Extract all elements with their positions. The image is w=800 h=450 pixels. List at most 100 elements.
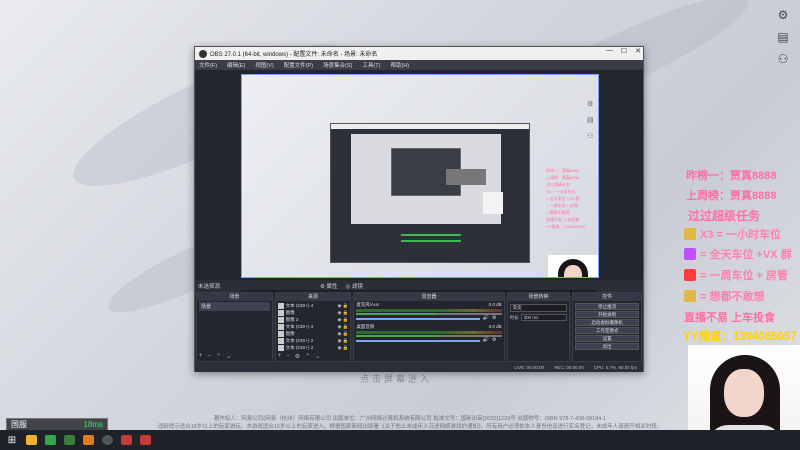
start-record-button[interactable]: 开始录制: [575, 311, 640, 318]
overlay-row-4: = 想都不敢想: [684, 288, 764, 304]
gear-icon[interactable]: ⚙: [492, 315, 496, 321]
duration-field[interactable]: 300 ms: [520, 314, 568, 321]
remove-icon[interactable]: −: [208, 353, 212, 360]
filters-button[interactable]: ◎ 滤镜: [346, 282, 363, 290]
up-icon[interactable]: ⌃: [305, 353, 310, 360]
overlay-top2: 上周榜：贾真8888: [686, 190, 777, 202]
source-type-icon: [277, 330, 284, 337]
source-item[interactable]: 文本 (GDI+) 3 ◉ 🔒: [277, 323, 349, 330]
remove-icon[interactable]: −: [286, 353, 290, 360]
game-icon[interactable]: [42, 433, 58, 447]
right-toolbar: ⚙ ▤ ⚇: [776, 8, 792, 66]
source-name: 图像: [285, 309, 295, 315]
down-icon[interactable]: ⌄: [315, 353, 320, 360]
desktop-ghost-text: 点击屏幕进入: [360, 374, 433, 384]
visibility-lock-icon[interactable]: ◉ 🔒: [338, 303, 349, 309]
source-type-icon: [277, 302, 284, 309]
down-icon[interactable]: ⌄: [226, 353, 231, 360]
source-name: 文本 (GDI+) 2: [285, 337, 314, 343]
live-status: LIVE: 00:00:00: [514, 365, 545, 370]
source-item[interactable]: 文本 (GDI+) 4 ◉ 🔒: [277, 302, 349, 309]
menu-tools[interactable]: 工具(T): [362, 61, 380, 69]
obs-statusbar: LIVE: 00:00:00 REC: 00:00:00 CPU: 0.7%, …: [195, 363, 643, 372]
menu-profile[interactable]: 配置文件(P): [284, 61, 313, 69]
source-name: 文本 (GDI+) 3: [285, 323, 314, 329]
gift-icon: [684, 248, 696, 260]
app-icon[interactable]: [61, 433, 77, 447]
obs-window: OBS 27.0.1 (64-bit, windows) - 配置文件: 未命名…: [194, 46, 644, 372]
folder-icon[interactable]: [23, 433, 39, 447]
exit-button[interactable]: 退出: [575, 343, 640, 350]
overlay-task: 过过超级任务: [688, 209, 761, 223]
close-icon[interactable]: ✕: [635, 47, 641, 55]
source-item[interactable]: 文本 (GDI+) 2 ◉ 🔒: [277, 337, 349, 344]
gear-icon[interactable]: ⚙: [776, 8, 790, 22]
server-label: 国服: [11, 420, 27, 429]
speaker-icon[interactable]: 🔊: [483, 337, 489, 343]
add-icon[interactable]: +: [278, 353, 282, 360]
source-type-icon: [277, 309, 284, 316]
legal-text-1: 著作权人：网易公司(网易（杭州）网络有限公司 出版单位：广州网络计算机系统有限公…: [213, 416, 607, 422]
speaker-icon[interactable]: 🔊: [483, 315, 489, 321]
gear-icon[interactable]: ⚙: [587, 100, 595, 108]
stop-stream-button[interactable]: 停止推流: [575, 303, 640, 310]
windows-start-icon[interactable]: ⊞: [4, 433, 20, 447]
source-item[interactable]: 图像 ◉ 🔒: [277, 309, 349, 316]
source-item[interactable]: 图像 ◉ 🔒: [277, 330, 349, 337]
gear-icon[interactable]: ⚙: [492, 337, 496, 343]
people-icon[interactable]: ⚇: [587, 132, 595, 140]
app-icon[interactable]: [80, 433, 96, 447]
settings-button[interactable]: 设置: [575, 335, 640, 342]
add-icon[interactable]: +: [199, 353, 203, 360]
preview-area[interactable]: 昨榜一：贾真8888 上周榜：贾真8888 过过超级任务 X3 = 一小时车位 …: [195, 70, 643, 296]
volume-slider[interactable]: [356, 340, 480, 342]
overlay-row-1: X3 = 一小时车位: [684, 226, 781, 242]
mixer-dock: 混音器 麦克风/Aux 0.0 dB 🔊 ⚙ 桌面音频 0.0 dB 🔊 ⚙: [353, 292, 505, 362]
source-type-icon: [277, 337, 284, 344]
visibility-lock-icon[interactable]: ◉ 🔒: [338, 317, 349, 323]
visibility-lock-icon[interactable]: ◉ 🔒: [338, 331, 349, 337]
sources-dock: 来源 文本 (GDI+) 4 ◉ 🔒 图像 ◉ 🔒 图像 2 ◉ 🔒 文本 (GDI+) 3…: [274, 292, 352, 362]
source-item[interactable]: 图像 2 ◉ 🔒: [277, 316, 349, 323]
save-icon[interactable]: ▤: [587, 116, 595, 124]
preview-canvas[interactable]: 昨榜一：贾真8888 上周榜：贾真8888 过过超级任务 X3 = 一小时车位 …: [241, 74, 599, 278]
up-icon[interactable]: ⌃: [216, 353, 221, 360]
menu-view[interactable]: 视图(V): [255, 61, 273, 69]
people-icon[interactable]: ⚇: [776, 52, 790, 66]
studio-mode-button[interactable]: 工作室模式: [575, 327, 640, 334]
visibility-lock-icon[interactable]: ◉ 🔒: [338, 310, 349, 316]
volume-slider[interactable]: [356, 318, 480, 320]
visibility-lock-icon[interactable]: ◉ 🔒: [338, 338, 349, 344]
minimize-icon[interactable]: —: [606, 47, 613, 55]
gear-icon[interactable]: ⚙: [295, 353, 300, 360]
source-item[interactable]: 文本 (GDI+) 2 ◉ 🔒: [277, 344, 349, 351]
menu-scene-collection[interactable]: 场景集合(S): [323, 61, 352, 69]
overlay-top1: 昨榜一：贾真8888: [686, 170, 777, 182]
save-icon[interactable]: ▤: [776, 30, 790, 44]
obs-docks: 场景 场景 + − ⌃ ⌄ 来源 文本 (GDI+) 4 ◉ 🔒 图像 ◉ 🔒 图像 2…: [195, 292, 643, 362]
maximize-icon[interactable]: ☐: [621, 47, 627, 55]
source-type-icon: [277, 323, 284, 330]
source-toolbar: 未选择源 ⚙ 属性 ◎ 滤镜: [195, 281, 643, 290]
menu-help[interactable]: 帮助(H): [390, 61, 409, 69]
source-name: 文本 (GDI+) 2: [285, 344, 314, 350]
app-icon[interactable]: [118, 433, 134, 447]
visibility-lock-icon[interactable]: ◉ 🔒: [338, 345, 349, 351]
source-name: 图像: [285, 330, 295, 336]
cpu-status: CPU: 0.7%, 60.00 fps: [593, 365, 637, 370]
obs-taskbar-icon[interactable]: [99, 433, 115, 447]
scene-item[interactable]: 场景: [199, 302, 270, 311]
menu-edit[interactable]: 编辑(E): [227, 61, 245, 69]
menu-file[interactable]: 文件(F): [199, 61, 217, 69]
no-source-label: 未选择源: [198, 283, 221, 290]
transition-select[interactable]: 渐变: [509, 304, 568, 312]
mini-webcam: [548, 255, 598, 277]
nested-obs-capture: [330, 123, 530, 263]
app-icon[interactable]: [137, 433, 153, 447]
transitions-dock: 场景转换 渐变 时长 300 ms: [506, 292, 571, 362]
properties-button[interactable]: ⚙ 属性: [320, 282, 337, 290]
scenes-header: 场景: [197, 293, 272, 301]
visibility-lock-icon[interactable]: ◉ 🔒: [338, 324, 349, 330]
mini-overlay-list: 昨榜一：贾真8888 上周榜：贾真8888 过过超级任务 X3 = 一小时车位 …: [546, 168, 586, 229]
virtual-camera-button[interactable]: 启动虚拟摄像机: [575, 319, 640, 326]
